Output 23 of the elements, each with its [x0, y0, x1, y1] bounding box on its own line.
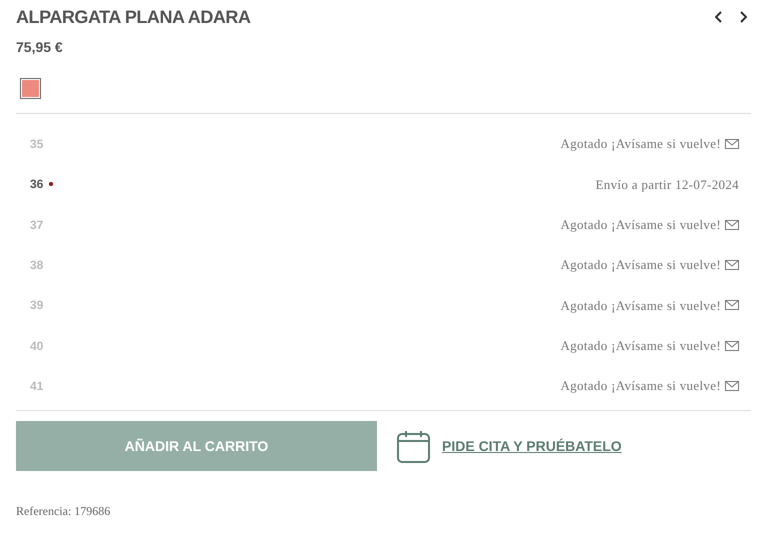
availability-status[interactable]: Agotado ¡Avísame si vuelve! [560, 214, 721, 234]
envelope-icon[interactable] [725, 340, 739, 351]
next-icon[interactable] [739, 11, 747, 23]
envelope-icon[interactable] [725, 260, 739, 270]
size-label[interactable]: 36 [30, 175, 44, 194]
product-title: ALPARGATA PLANA ADARA [16, 6, 251, 28]
availability-status[interactable]: Agotado ¡Avísame si vuelve! [560, 336, 721, 356]
reference-text: Referencia: 179686 [16, 504, 110, 518]
envelope-icon[interactable] [725, 300, 739, 310]
envelope-icon[interactable] [725, 139, 739, 150]
availability-status[interactable]: Agotado ¡Avísame si vuelve! [560, 134, 721, 154]
availability-status[interactable]: Agotado ¡Avísame si vuelve! [560, 255, 721, 275]
envelope-icon[interactable] [725, 220, 739, 230]
add-to-cart-button[interactable]: AÑADIR AL CARRITO [16, 421, 377, 472]
availability-status: Envío a partir 12-07-2024 [595, 176, 739, 194]
envelope-icon[interactable] [725, 380, 739, 391]
calendar-icon [397, 430, 430, 463]
availability-status[interactable]: Agotado ¡Avísame si vuelve! [560, 376, 721, 396]
color-swatch[interactable] [20, 78, 41, 99]
availability-status[interactable]: Agotado ¡Avísame si vuelve! [560, 296, 721, 316]
appointment-link[interactable]: PIDE CITA Y PRUÉBATELO [442, 436, 622, 457]
product-price: 75,95 € [16, 39, 63, 55]
previous-icon[interactable] [715, 11, 723, 23]
